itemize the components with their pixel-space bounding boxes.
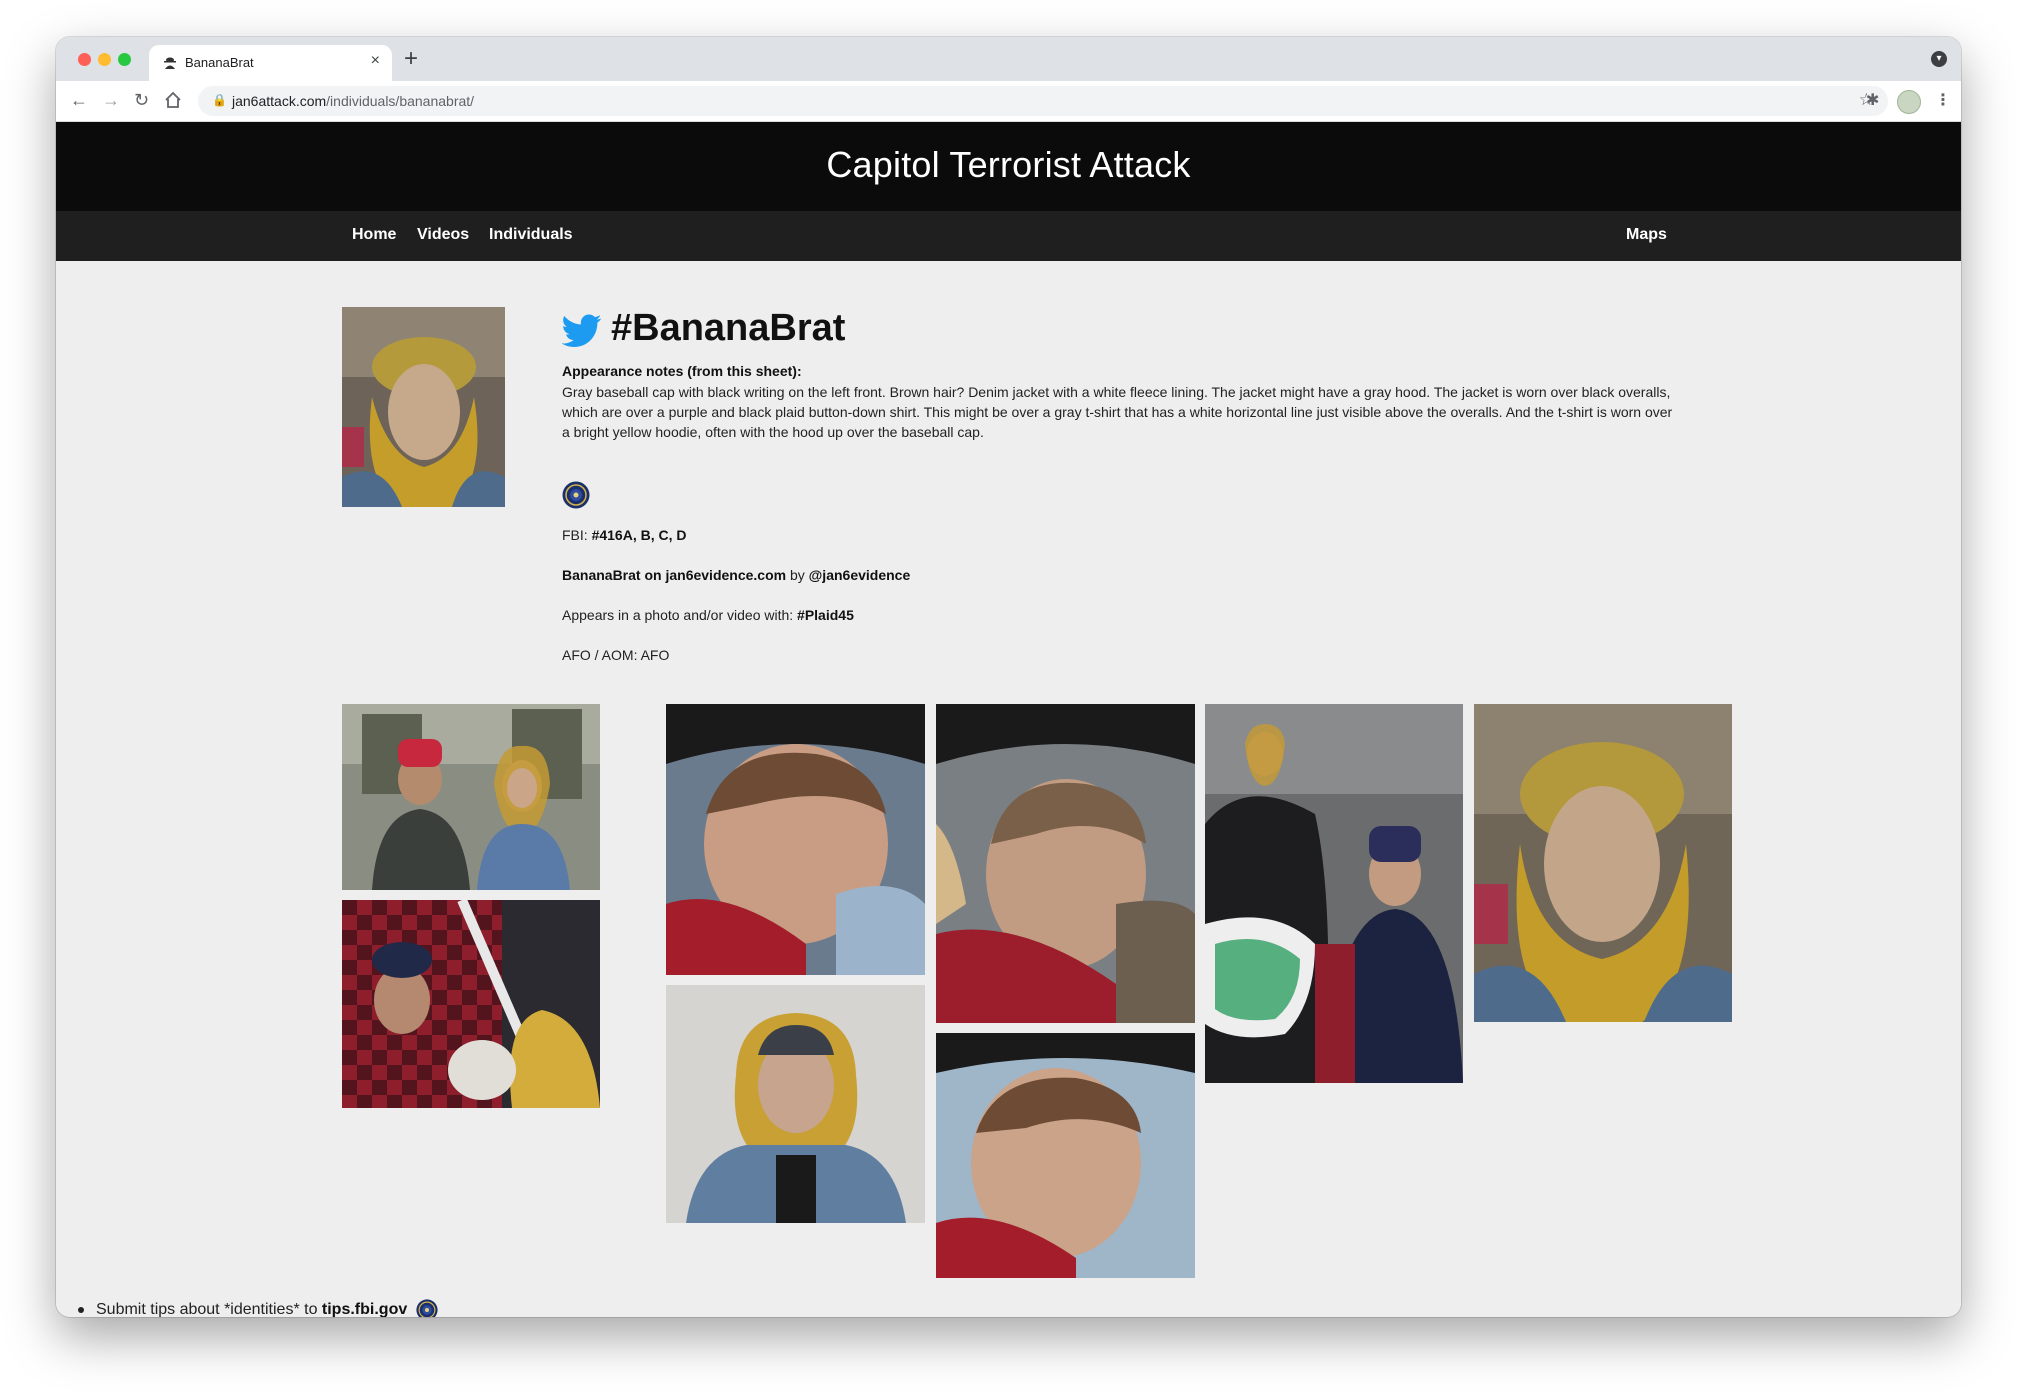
tab-title: BananaBrat <box>185 55 254 70</box>
individual-handle[interactable]: #BananaBrat <box>611 307 845 350</box>
nav-individuals[interactable]: Individuals <box>489 226 573 244</box>
tips-line: Submit tips about *identities* to tips.f… <box>78 1299 438 1317</box>
url-text: jan6attack.com/individuals/bananabrat/ <box>232 93 475 109</box>
tab-strip: BananaBrat × + ▾ <box>56 37 1961 81</box>
fbi-seal-icon[interactable] <box>562 481 590 509</box>
tab-search-icon[interactable]: ▾ <box>1931 51 1947 67</box>
back-arrow-icon[interactable]: ← <box>70 89 88 111</box>
appears-with-link[interactable]: #Plaid45 <box>797 607 854 623</box>
twitter-bird-icon[interactable] <box>562 313 602 349</box>
gallery-photo[interactable] <box>342 900 600 1108</box>
gallery-photo[interactable] <box>936 704 1195 1023</box>
maximize-window-button[interactable] <box>118 53 131 66</box>
spy-favicon-icon <box>164 57 176 69</box>
profile-avatar-icon[interactable] <box>1897 90 1921 114</box>
evidence-link[interactable]: BananaBrat on jan6evidence.com <box>562 567 786 583</box>
reload-icon[interactable]: ↻ <box>134 89 149 111</box>
nav-maps[interactable]: Maps <box>1626 226 1667 244</box>
fbi-seal-icon[interactable] <box>416 1299 438 1317</box>
tips-fbi-link[interactable]: tips.fbi.gov <box>322 1301 407 1317</box>
nav-home[interactable]: Home <box>352 226 396 244</box>
fbi-ids-link[interactable]: #416A, B, C, D <box>592 527 687 543</box>
profile-photo[interactable] <box>342 307 505 507</box>
browser-tab[interactable]: BananaBrat × <box>149 45 392 81</box>
evidence-author-link[interactable]: @jan6evidence <box>809 567 911 583</box>
appearance-notes-text: Gray baseball cap with black writing on … <box>562 384 1673 440</box>
fbi-line: FBI: #416A, B, C, D <box>562 527 687 543</box>
afo-line: AFO / AOM: AFO <box>562 647 670 663</box>
forward-arrow-icon[interactable]: → <box>102 89 120 111</box>
close-window-button[interactable] <box>78 53 91 66</box>
gallery-photo[interactable] <box>936 1033 1195 1278</box>
address-bar[interactable]: 🔒 jan6attack.com/individuals/bananabrat/… <box>198 86 1888 116</box>
browser-menu-icon[interactable]: ⋮ <box>1935 90 1951 110</box>
browser-window: BananaBrat × + ▾ ← → ↻ 🔒 jan6attack.com/… <box>56 37 1961 1317</box>
gallery-photo[interactable] <box>1474 704 1732 1022</box>
site-header: Capitol Terrorist Attack <box>56 122 1961 211</box>
site-title[interactable]: Capitol Terrorist Attack <box>56 144 1961 186</box>
gallery-photo[interactable] <box>666 704 925 975</box>
nav-videos[interactable]: Videos <box>417 226 469 244</box>
browser-toolbar: ← → ↻ 🔒 jan6attack.com/individuals/banan… <box>56 81 1961 122</box>
appears-with-line: Appears in a photo and/or video with: #P… <box>562 607 854 623</box>
site-nav: Home Videos Individuals Maps <box>56 211 1961 261</box>
new-tab-button[interactable]: + <box>404 45 418 73</box>
minimize-window-button[interactable] <box>98 53 111 66</box>
gallery-photo[interactable] <box>666 985 925 1223</box>
home-icon[interactable] <box>164 91 182 109</box>
webpage: Capitol Terrorist Attack Home Videos Ind… <box>56 122 1961 1317</box>
extensions-puzzle-icon[interactable]: ✱ <box>1866 90 1879 110</box>
evidence-line: BananaBrat on jan6evidence.com by @jan6e… <box>562 567 911 583</box>
gallery-photo[interactable] <box>342 704 600 890</box>
lock-icon: 🔒 <box>212 93 227 107</box>
list-bullet <box>78 1307 84 1313</box>
gallery-photo[interactable] <box>1205 704 1463 1083</box>
tab-close-icon[interactable]: × <box>371 52 380 70</box>
appearance-notes-label[interactable]: Appearance notes (from this sheet): <box>562 363 802 379</box>
